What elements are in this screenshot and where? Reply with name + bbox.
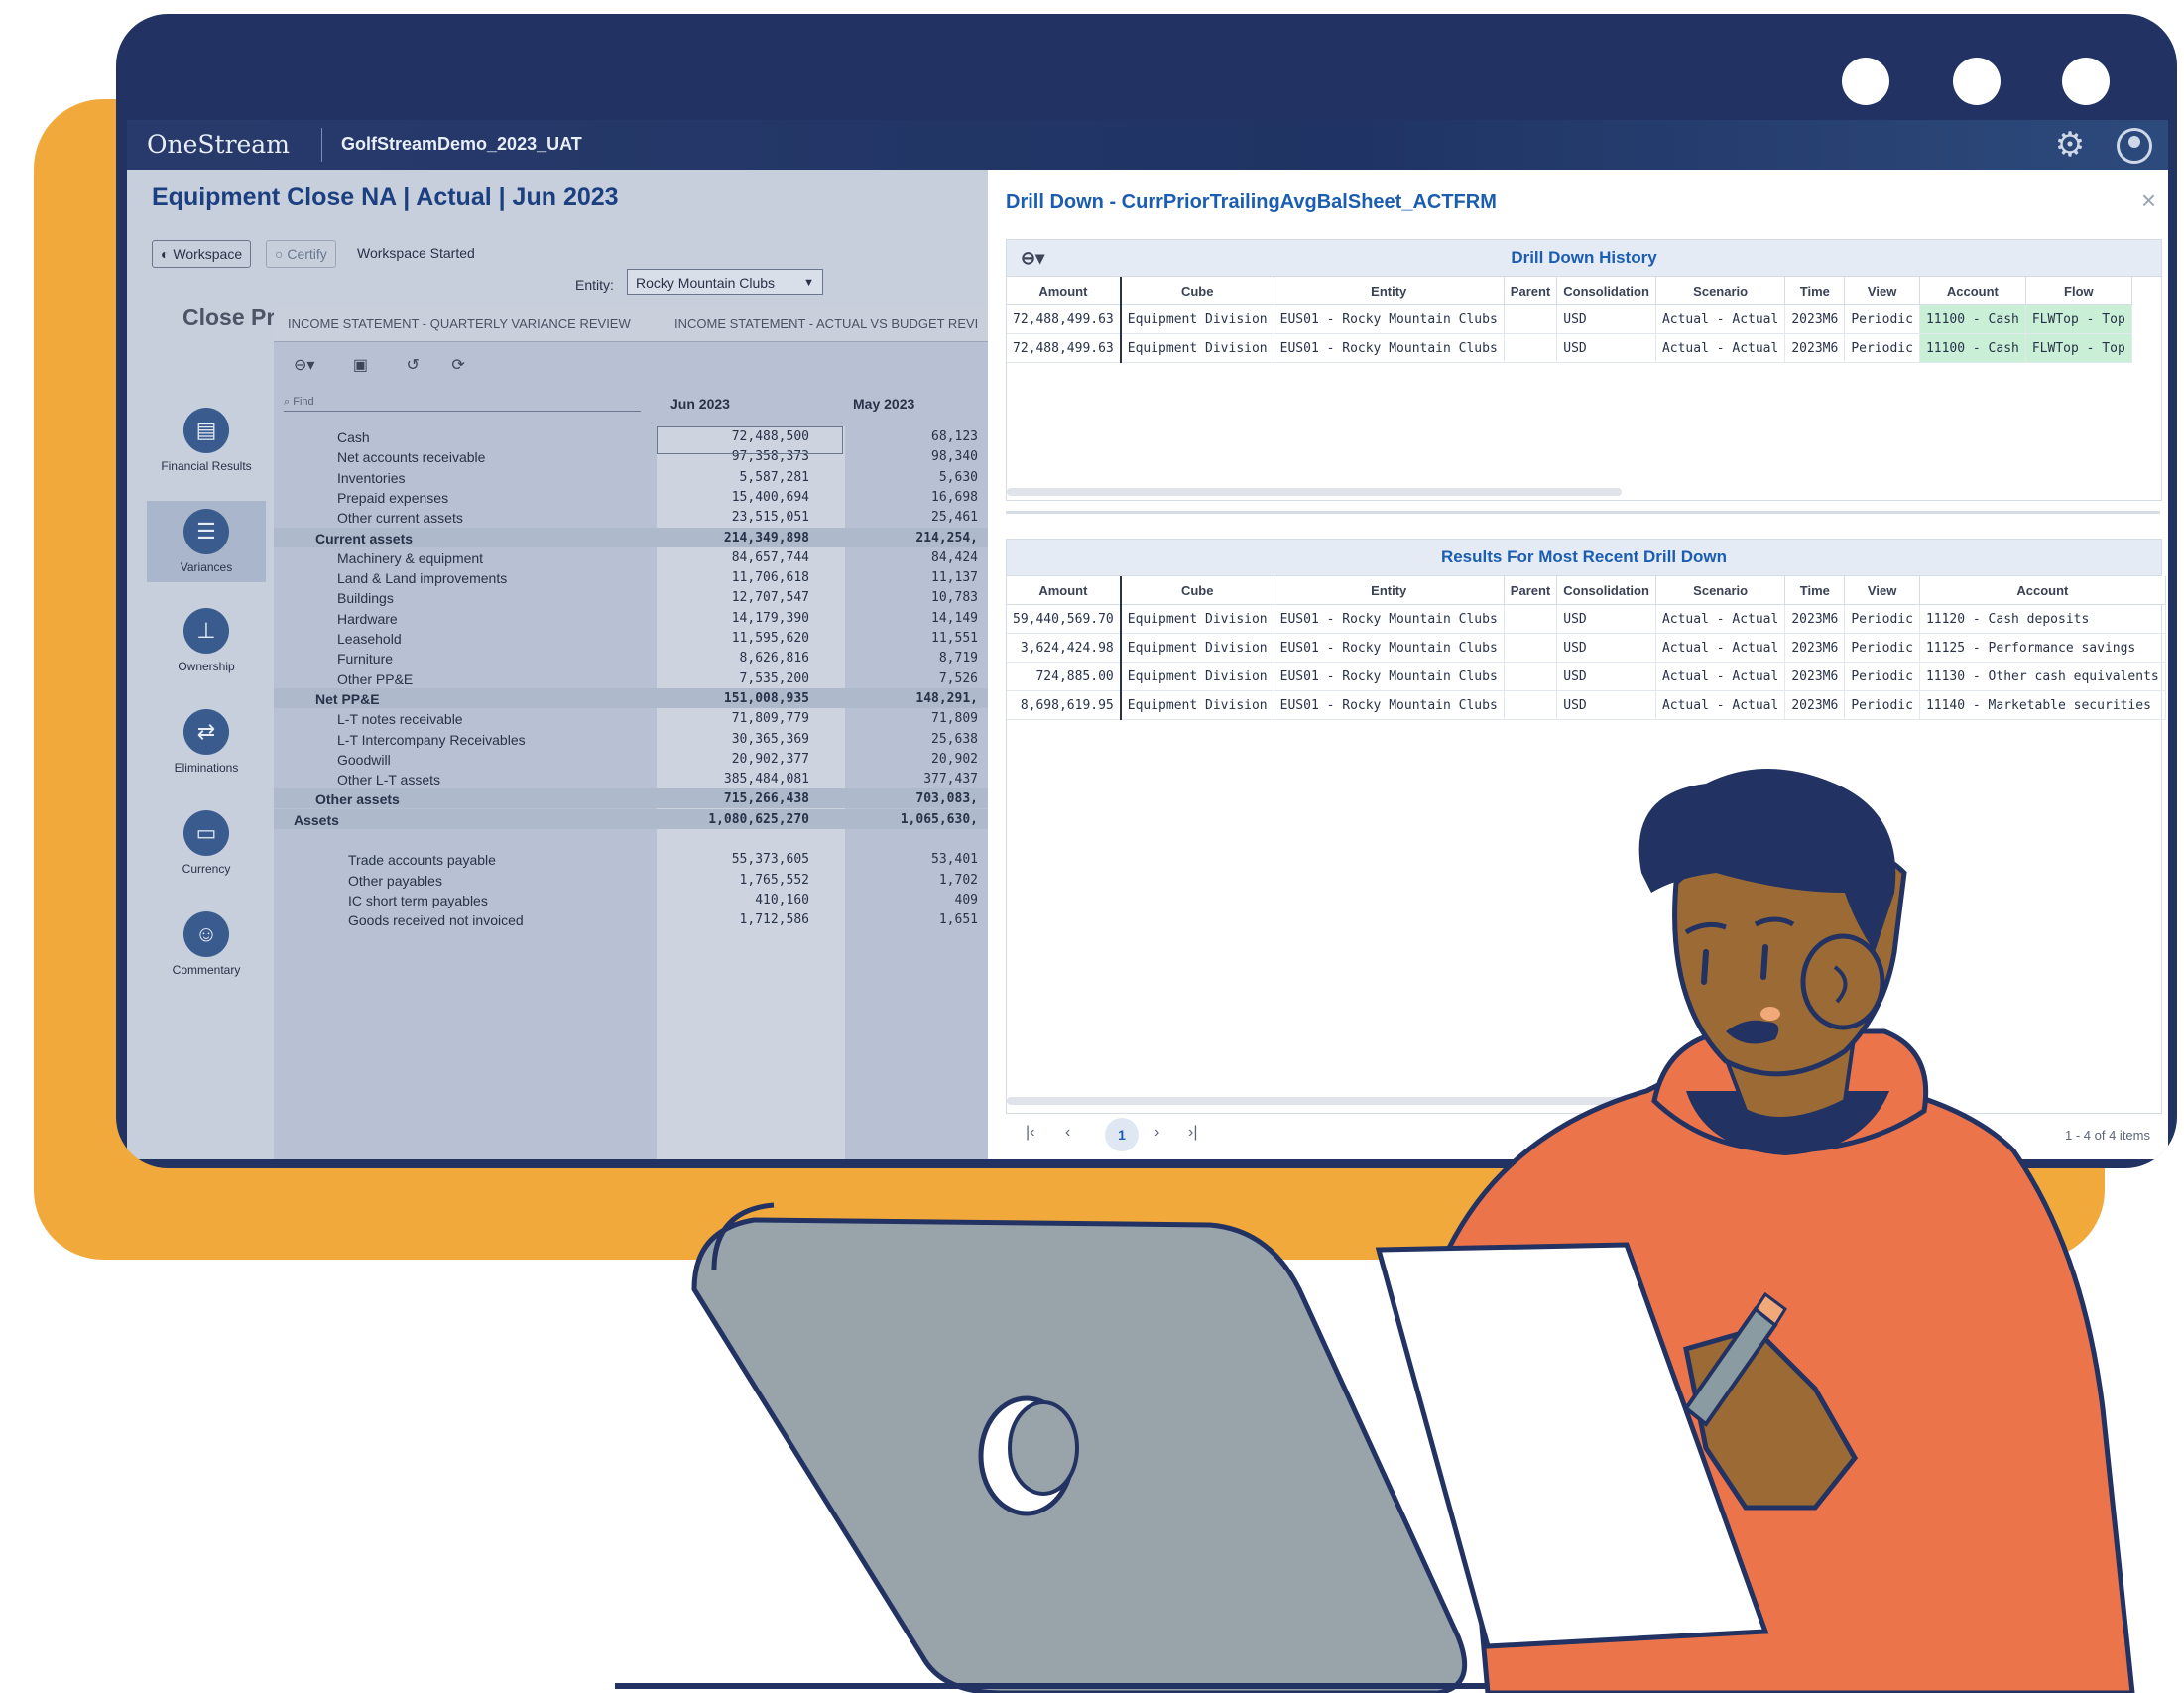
illustration-person-with-laptop bbox=[615, 769, 2135, 1693]
eye bbox=[1760, 944, 1768, 980]
eye bbox=[1701, 949, 1709, 985]
laptop-logo-inner bbox=[1008, 1400, 1079, 1496]
ear bbox=[1800, 933, 1885, 1030]
tongue bbox=[1760, 1007, 1780, 1021]
laptop-lid bbox=[691, 1217, 1468, 1693]
